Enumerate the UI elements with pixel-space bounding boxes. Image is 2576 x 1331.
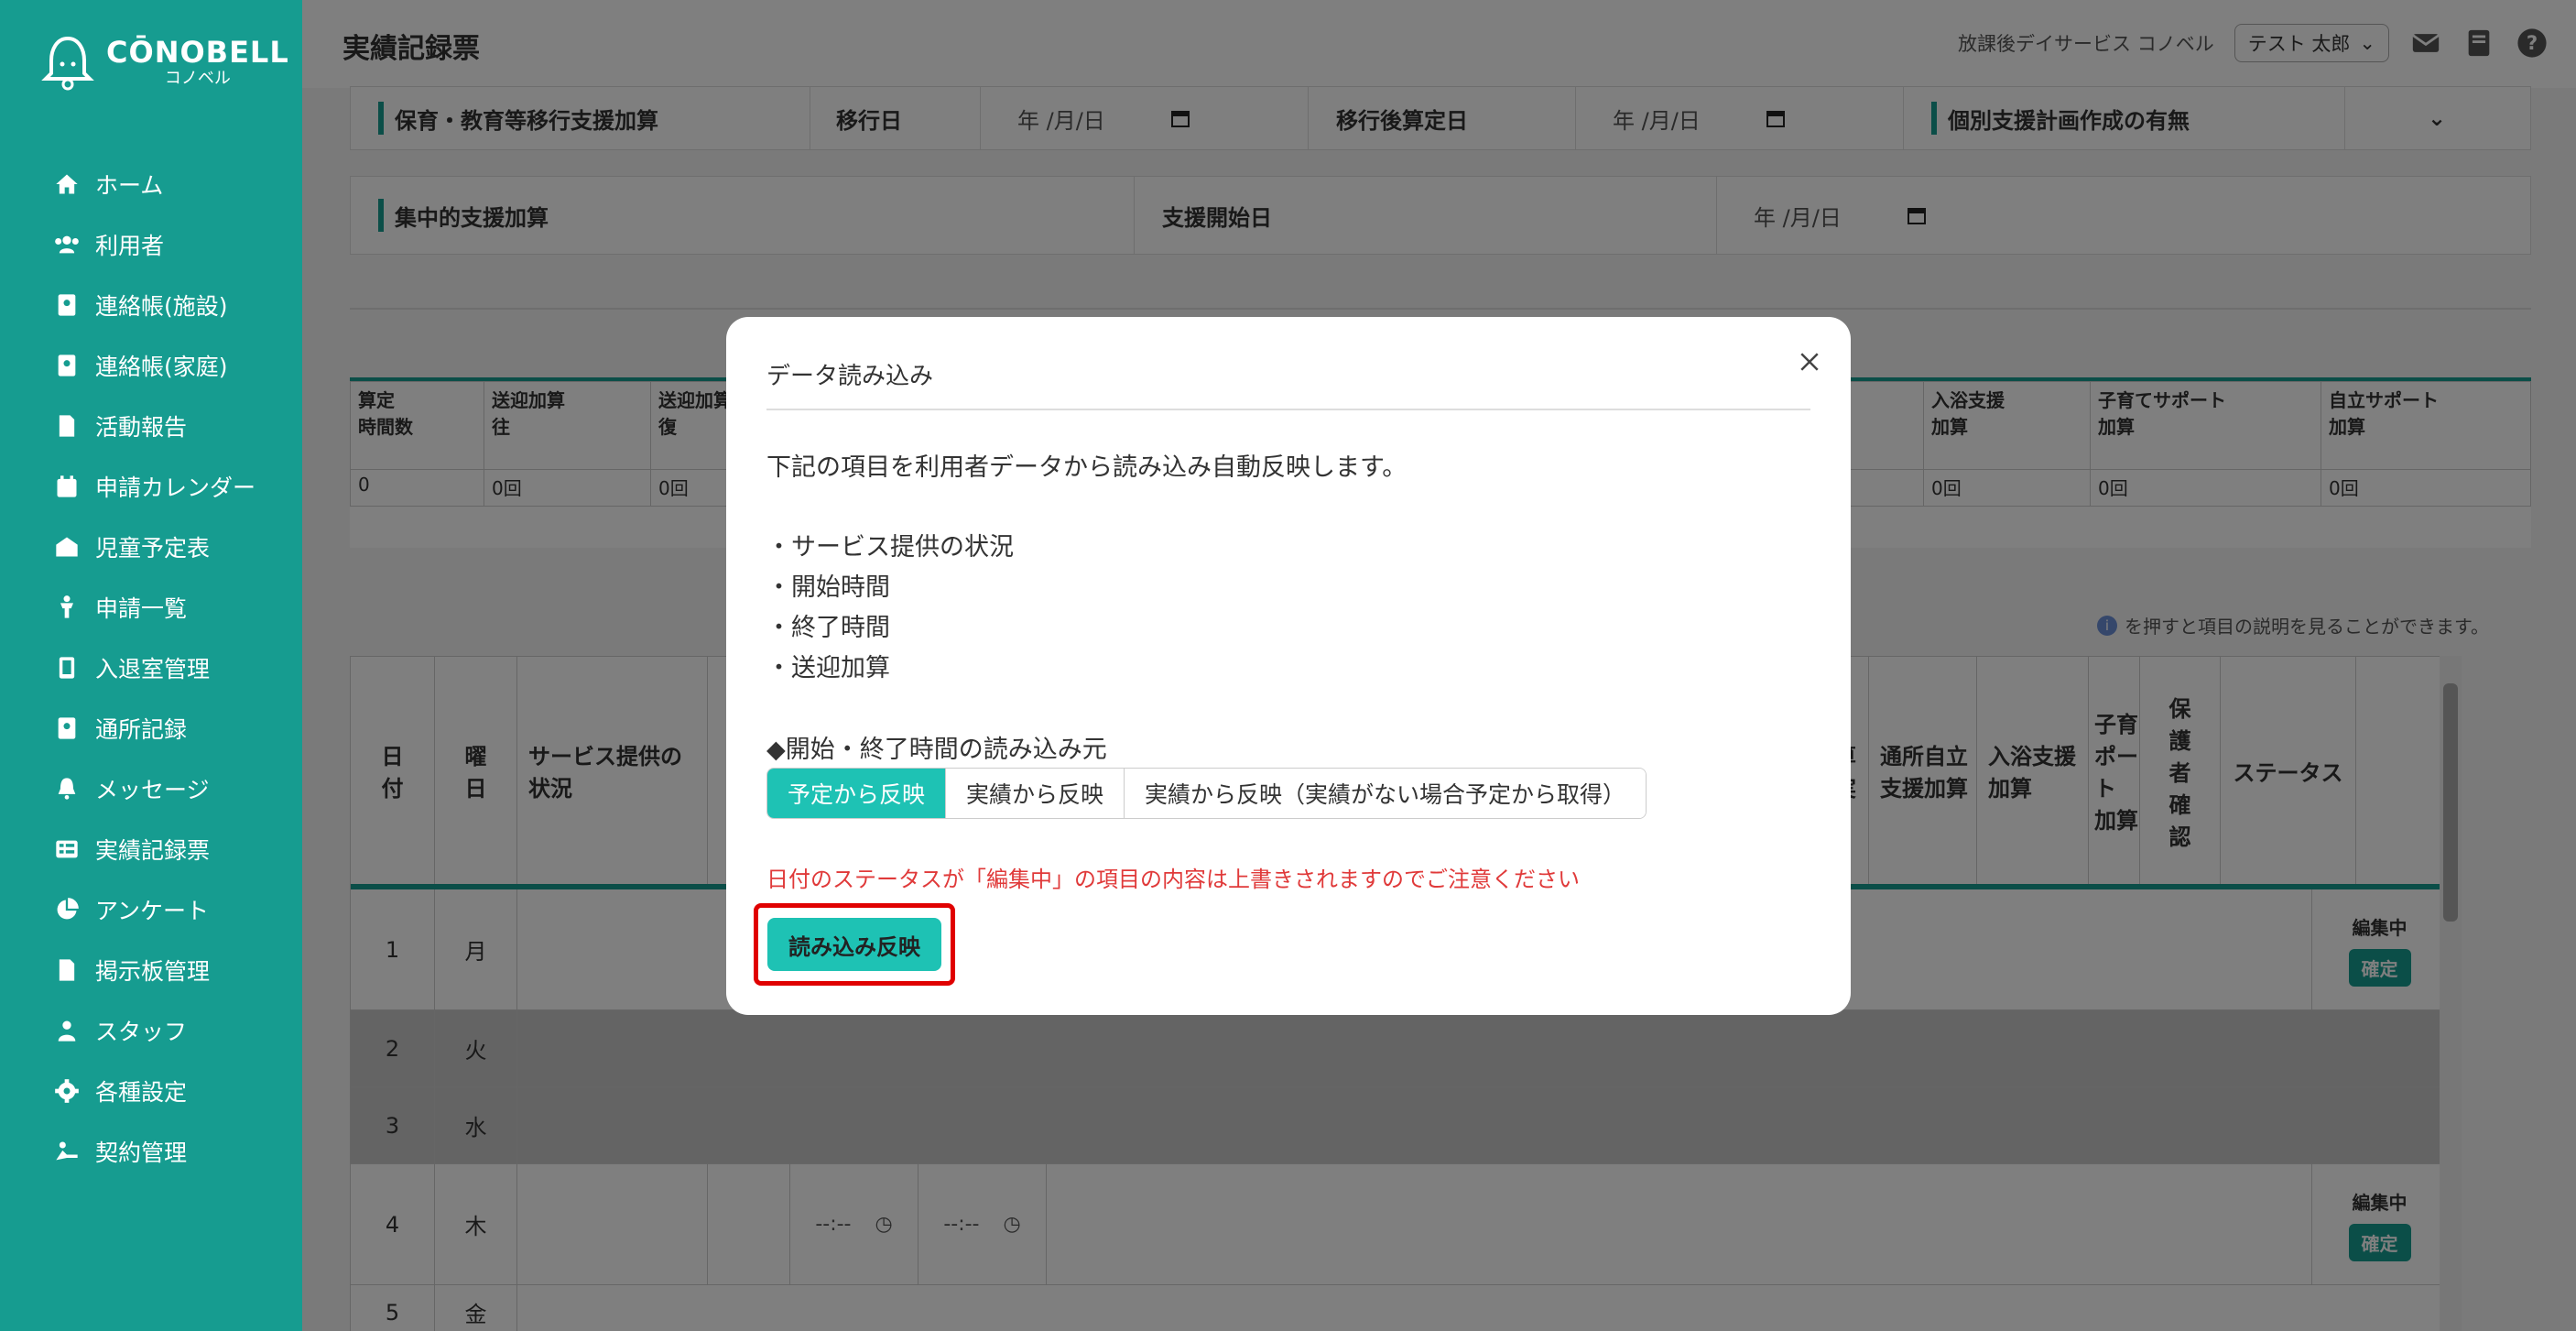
calendar-icon: [53, 473, 81, 500]
sidebar-item-label: 申請一覧: [95, 595, 188, 622]
sidebar-item-staff[interactable]: スタッフ: [53, 1000, 255, 1061]
source-toggle: 予定から反映 実績から反映 実績から反映（実績がない場合予定から取得）: [766, 768, 1647, 819]
sidebar-item-label: 掲示板管理: [95, 958, 211, 985]
sidebar-nav: ホーム 利用者 連絡帳(施設) 連絡帳(家庭) 活動報告 申請カレンダー 児童予…: [53, 154, 255, 1182]
sidebar-item-label: 利用者: [95, 233, 165, 259]
list-item: ・終了時間: [766, 614, 890, 642]
gear-icon: [53, 1077, 81, 1105]
schedule-icon: [53, 533, 81, 561]
sidebar-item-activity-report[interactable]: 活動報告: [53, 396, 255, 456]
sidebar-item-label: 申請カレンダー: [95, 475, 256, 501]
logo-text: CŌNOBELL: [106, 35, 289, 70]
contact-book-icon: [53, 291, 81, 319]
sidebar-item-performance-record[interactable]: 実績記録票: [53, 819, 255, 879]
modal-description: 下記の項目を利用者データから読み込み自動反映します。: [766, 453, 1408, 482]
sidebar-item-settings[interactable]: 各種設定: [53, 1061, 255, 1121]
sidebar-item-board[interactable]: 掲示板管理: [53, 940, 255, 1000]
sidebar-item-label: 入退室管理: [95, 656, 211, 682]
sidebar-item-label: 各種設定: [95, 1079, 188, 1106]
option-from-actual-fallback[interactable]: 実績から反映（実績がない場合予定から取得）: [1125, 769, 1647, 818]
sidebar-item-label: 活動報告: [95, 414, 188, 441]
tablet-icon: [53, 654, 81, 682]
sidebar-item-message[interactable]: メッセージ: [53, 758, 255, 819]
logo[interactable]: CŌNOBELL コノベル: [40, 33, 289, 92]
sidebar-item-users[interactable]: 利用者: [53, 214, 255, 275]
pie-icon: [53, 896, 81, 923]
sidebar-item-contact-home[interactable]: 連絡帳(家庭): [53, 335, 255, 396]
sidebar-item-contact-facility[interactable]: 連絡帳(施設): [53, 275, 255, 335]
apply-import-button[interactable]: 読み込み反映: [767, 918, 941, 971]
table-icon: [53, 835, 81, 863]
sidebar-item-entry-exit[interactable]: 入退室管理: [53, 638, 255, 698]
sidebar-item-label: 契約管理: [95, 1140, 188, 1166]
users-icon: [53, 231, 81, 258]
sidebar-item-label: メッセージ: [95, 777, 210, 803]
option-from-actual[interactable]: 実績から反映: [946, 769, 1125, 818]
sidebar-item-label: アンケート: [95, 898, 210, 924]
logo-subtext: コノベル: [164, 69, 231, 88]
home-icon: [53, 170, 81, 198]
sidebar-item-survey[interactable]: アンケート: [53, 879, 255, 940]
close-icon[interactable]: [1796, 348, 1823, 376]
sidebar-item-label: ホーム: [95, 172, 164, 199]
list-item: ・サービス提供の状況: [766, 533, 1014, 562]
contract-icon: [53, 1138, 81, 1165]
sidebar-item-request-calendar[interactable]: 申請カレンダー: [53, 456, 255, 517]
person-icon: [53, 594, 81, 621]
sidebar-item-attendance-record[interactable]: 通所記録: [53, 698, 255, 758]
data-import-modal: データ読み込み 下記の項目を利用者データから読み込み自動反映します。 ・サービス…: [726, 317, 1851, 1015]
bell-logo-icon: [41, 36, 94, 91]
list-item: ・開始時間: [766, 573, 890, 602]
sidebar-item-label: 通所記録: [95, 716, 188, 743]
record-icon: [53, 715, 81, 742]
bell-icon: [53, 775, 81, 802]
sidebar-item-request-list[interactable]: 申請一覧: [53, 577, 255, 638]
sidebar-item-child-schedule[interactable]: 児童予定表: [53, 517, 255, 577]
board-icon: [53, 956, 81, 984]
source-label: ◆開始・終了時間の読み込み元: [766, 736, 1107, 764]
option-from-schedule[interactable]: 予定から反映: [767, 769, 947, 818]
import-items-list: ・サービス提供の状況 ・開始時間 ・終了時間 ・送迎加算: [766, 528, 1014, 689]
report-icon: [53, 412, 81, 440]
sidebar-item-label: 実績記録票: [95, 837, 211, 864]
modal-title: データ読み込み: [766, 363, 934, 390]
modal-divider: [766, 409, 1810, 410]
sidebar-item-label: 連絡帳(施設): [95, 293, 228, 320]
sidebar: CŌNOBELL コノベル ホーム 利用者 連絡帳(施設) 連絡帳(家庭) 活動…: [0, 0, 302, 1331]
contact-book-icon: [53, 352, 81, 379]
sidebar-item-contract[interactable]: 契約管理: [53, 1121, 255, 1182]
sidebar-item-label: スタッフ: [95, 1019, 188, 1045]
sidebar-item-label: 児童予定表: [95, 535, 211, 562]
list-item: ・送迎加算: [766, 654, 890, 682]
sidebar-item-home[interactable]: ホーム: [53, 154, 255, 214]
overwrite-warning: 日付のステータスが「編集中」の項目の内容は上書きされますのでご注意ください: [766, 867, 1580, 892]
staff-icon: [53, 1017, 81, 1044]
sidebar-item-label: 連絡帳(家庭): [95, 354, 228, 380]
